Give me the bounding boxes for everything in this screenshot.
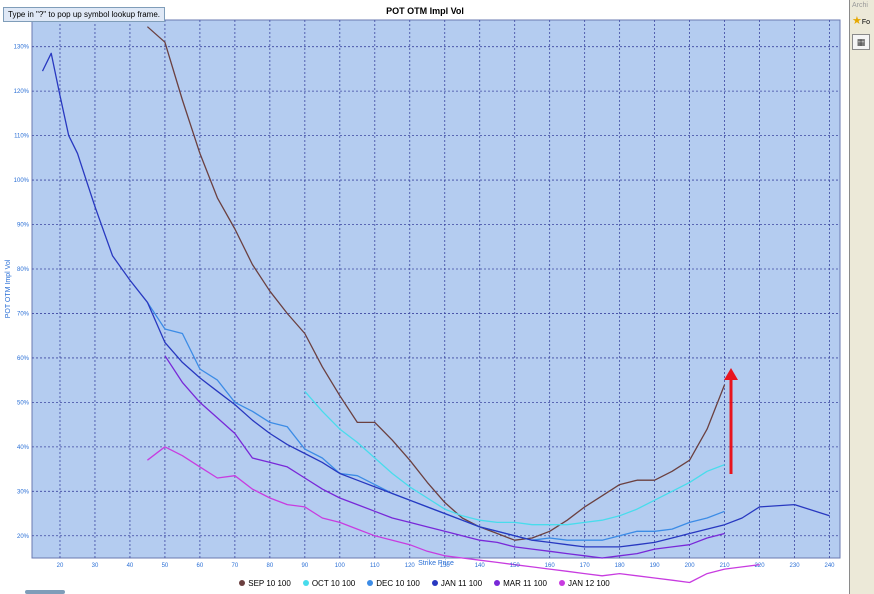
legend-item[interactable]: SEP 10 100 (239, 579, 291, 588)
x-tick-label: 140 (475, 563, 486, 569)
y-tick-label: 120% (14, 89, 30, 95)
y-tick-label: 60% (17, 356, 30, 362)
x-tick-label: 120 (405, 563, 416, 569)
x-tick-label: 60 (197, 563, 204, 569)
y-tick-label: 100% (14, 178, 30, 184)
y-tick-label: 130% (14, 45, 30, 51)
legend-marker (367, 580, 374, 586)
legend-item[interactable]: JAN 11 100 (431, 578, 483, 588)
x-tick-label: 240 (824, 563, 835, 569)
legend-marker (302, 580, 309, 586)
plot-area[interactable] (31, 19, 841, 559)
x-tick-label: 150 (510, 563, 521, 569)
legend-label: OCT 10 100 (311, 578, 356, 588)
x-tick-label: 90 (301, 563, 308, 569)
x-tick-label: 20 (57, 563, 64, 569)
legend-label: JAN 11 100 (440, 578, 483, 588)
y-tick-label: 20% (17, 534, 30, 540)
legend-label: JAN 12 100 (567, 578, 610, 588)
side-panel-label: Archi (852, 2, 868, 9)
symbol-lookup-hint[interactable]: Type in "?" to pop up symbol lookup fram… (3, 7, 165, 22)
x-tick-label: 170 (580, 563, 591, 569)
legend: SEP 10 100 OCT 10 100 DEC 10 100 JAN 11 100… (0, 576, 849, 590)
y-tick-label: 50% (17, 400, 30, 406)
x-axis-label: Strike Price (418, 560, 454, 567)
legend-marker (558, 580, 565, 586)
y-tick-label: 90% (17, 223, 30, 229)
x-tick-label: 160 (545, 563, 556, 569)
x-tick-label: 100 (335, 563, 346, 569)
legend-label: MAR 11 100 (503, 578, 547, 588)
legend-item[interactable]: OCT 10 100 (302, 578, 356, 588)
legend-marker (431, 580, 438, 586)
y-tick-label: 110% (14, 134, 30, 140)
y-tick-label: 40% (17, 445, 30, 451)
chart-title: POT OTM Impl Vol (386, 6, 464, 16)
x-tick-label: 210 (720, 563, 731, 569)
x-tick-label: 180 (615, 563, 626, 569)
legend-marker (494, 580, 501, 586)
legend-item[interactable]: MAR 11 100 (494, 579, 547, 588)
y-tick-label: 70% (17, 311, 30, 317)
legend-label: SEP 10 100 (248, 578, 291, 588)
x-tick-label: 200 (685, 563, 696, 569)
favorites-label: Fo (861, 19, 871, 26)
x-tick-label: 220 (755, 563, 766, 569)
legend-marker (239, 580, 246, 586)
y-axis-label: POT OTM Impl Vol (5, 259, 12, 318)
legend-item[interactable]: JAN 12 100 (558, 578, 610, 588)
x-tick-label: 190 (650, 563, 661, 569)
legend-item[interactable]: DEC 10 100 (367, 579, 420, 588)
x-tick-label: 40 (127, 563, 134, 569)
x-tick-label: 80 (267, 563, 274, 569)
star-icon: ★ (852, 15, 862, 27)
x-tick-label: 70 (232, 563, 239, 569)
chart-window: POT OTM Impl Vol 20 30 40 50 60 70 80 90 100 110 1… (0, 0, 850, 594)
favorites-button[interactable]: ★Fo (852, 14, 872, 28)
x-tick-label: 50 (162, 563, 169, 569)
x-tick-label: 230 (790, 563, 801, 569)
legend-label: DEC 10 100 (376, 578, 420, 588)
grid-view-icon[interactable]: ▦ (852, 34, 870, 50)
side-panel: Archi ★Fo ▦ (850, 0, 874, 594)
x-tick-label: 30 (92, 563, 99, 569)
horizontal-scrollbar[interactable] (25, 590, 65, 594)
y-tick-label: 80% (17, 267, 30, 273)
y-tick-label: 30% (17, 489, 30, 495)
x-tick-label: 110 (370, 563, 380, 569)
chart: POT OTM Impl Vol 20 30 40 50 60 70 80 90 100 110 1… (5, 6, 841, 584)
